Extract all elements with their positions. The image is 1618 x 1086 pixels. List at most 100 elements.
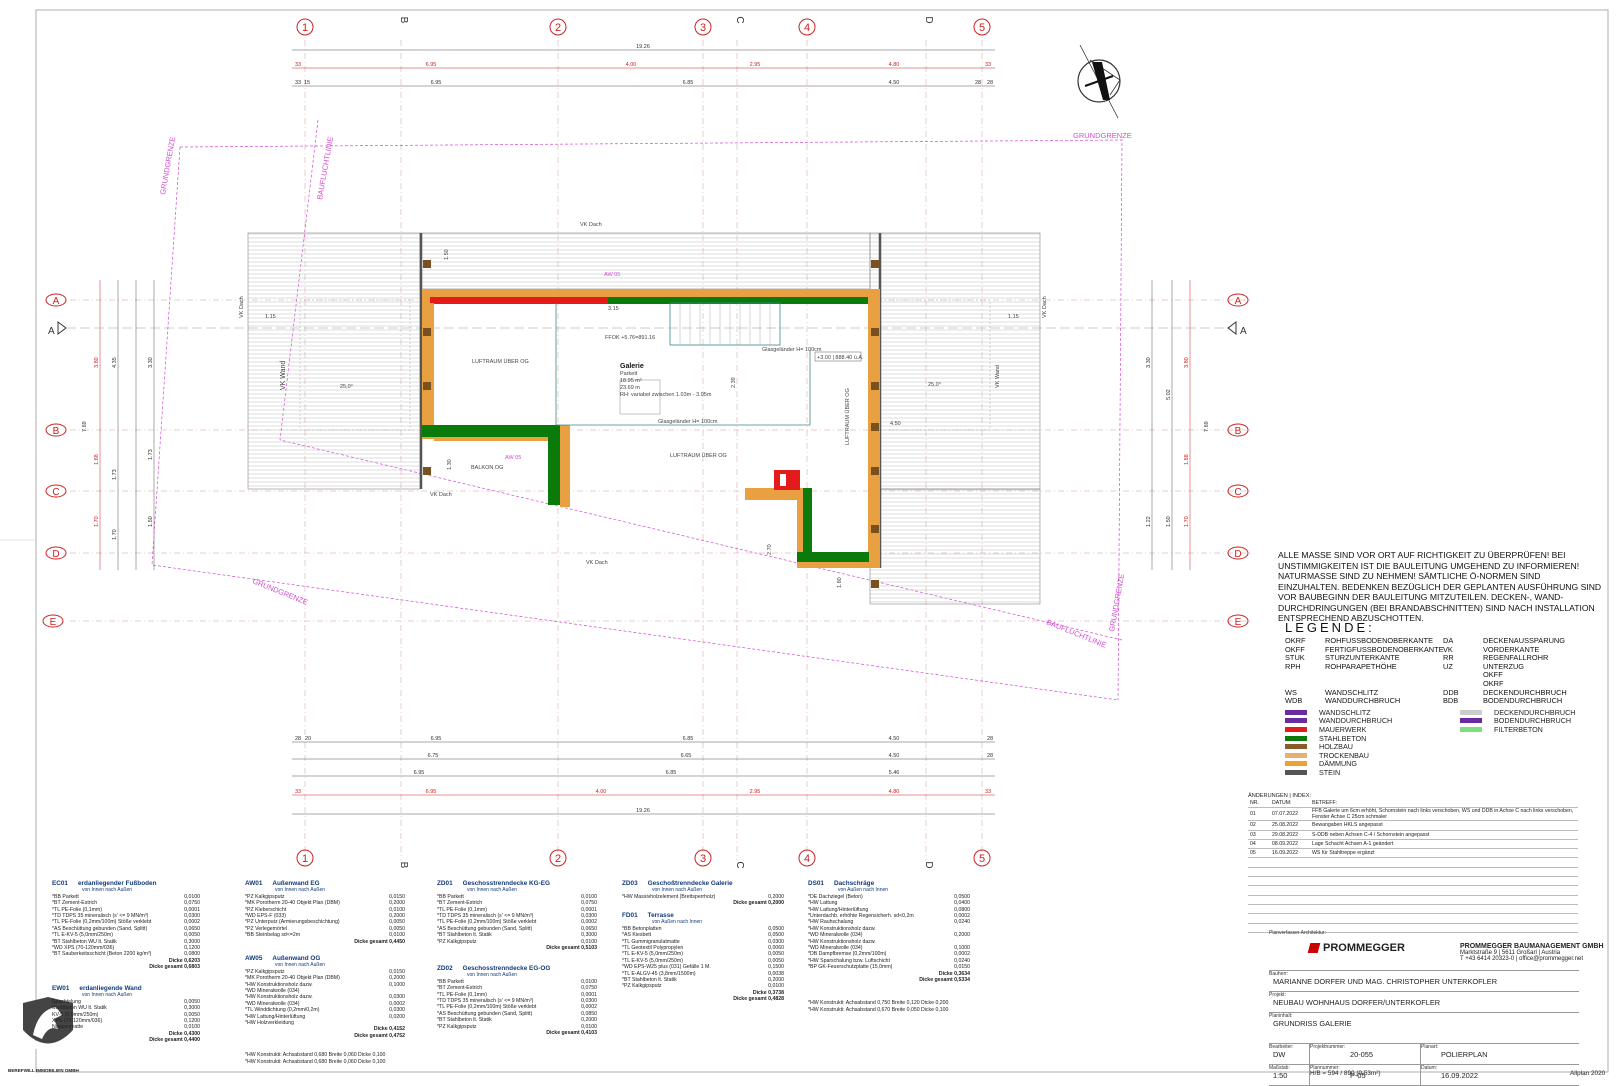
massstab-value: 1:50 bbox=[1273, 1071, 1288, 1080]
company-name: PROMMEGGER BAUMANAGEMENT GMBH bbox=[1460, 943, 1604, 950]
legend-swatch: HOLZBAU bbox=[1285, 742, 1392, 751]
svg-text:6.65: 6.65 bbox=[681, 753, 692, 759]
schedule-footnote: *HW Konstrukti: Achsabstand 0,680 Breite… bbox=[245, 1059, 386, 1065]
legend-swatch: WANDSCHLITZ bbox=[1285, 708, 1392, 717]
schedule-code: DS01 bbox=[808, 880, 824, 887]
schedule-zd02: ZD02 Geschosstrenndecke EG-OG von Innen na… bbox=[437, 965, 597, 1036]
svg-text:5.46: 5.46 bbox=[889, 770, 900, 776]
svg-text:1.73: 1.73 bbox=[112, 469, 118, 480]
legend-swatch: DECKENDURCHBRUCH bbox=[1460, 708, 1575, 717]
schedule-code: AW05 bbox=[245, 955, 263, 962]
table-cell: 03 bbox=[1248, 830, 1270, 840]
svg-text:A: A bbox=[48, 326, 55, 337]
swatch-color-icon bbox=[1285, 744, 1307, 750]
schedule-code: AW01 bbox=[245, 880, 263, 887]
svg-text:1: 1 bbox=[302, 853, 308, 865]
svg-text:1.50: 1.50 bbox=[444, 249, 450, 260]
legend: LEGENDE: OKRF ROHFUSSBODENOBERKANTE DA DECK… bbox=[1285, 620, 1605, 706]
svg-text:5: 5 bbox=[979, 853, 985, 865]
schedule-zd03: ZD03 Geschoßtrenndecke Galerie von Innen n… bbox=[622, 880, 784, 907]
schedule-ec01: EC01 erdanliegender Fußboden von Innen nac… bbox=[52, 880, 200, 971]
svg-text:6.85: 6.85 bbox=[683, 736, 694, 742]
svg-text:Galerie: Galerie bbox=[620, 363, 644, 370]
schedule-ds01: DS01 Dachschräge von Außen nach Innen *DE D… bbox=[808, 880, 970, 984]
axis-bottom-4: 4 bbox=[798, 849, 816, 867]
svg-text:6.85: 6.85 bbox=[666, 770, 677, 776]
svg-text:18.95 m²: 18.95 m² bbox=[620, 378, 642, 384]
legend-swatch: WANDDURCHBRUCH bbox=[1285, 716, 1392, 725]
svg-text:6.75: 6.75 bbox=[428, 753, 439, 759]
svg-text:GRUNDGRENZE: GRUNDGRENZE bbox=[158, 136, 177, 195]
svg-text:3.80: 3.80 bbox=[1184, 357, 1190, 368]
brand-name: BEREFWILL IMMOBILIEN GMBH bbox=[8, 1068, 79, 1073]
bauherr-value: MARIANNE DORFER UND MAG. CHRISTOPHER UNT… bbox=[1273, 977, 1498, 986]
schedule-footnote: *HW Konstrukti: Achsabstand 0,670 Breite… bbox=[808, 1007, 949, 1013]
svg-text:7.69: 7.69 bbox=[82, 421, 88, 432]
svg-text:GRUNDGRENZE: GRUNDGRENZE bbox=[1073, 131, 1132, 140]
svg-text:1.22: 1.22 bbox=[1146, 516, 1152, 527]
svg-text:C: C bbox=[734, 861, 745, 868]
swatch-color-icon bbox=[1460, 718, 1482, 724]
svg-text:B: B bbox=[1235, 426, 1242, 437]
legend-cell bbox=[1443, 671, 1483, 680]
schedule-code: ZD01 bbox=[437, 880, 453, 887]
swatch-color-icon bbox=[1460, 709, 1482, 715]
svg-text:28: 28 bbox=[975, 80, 981, 86]
svg-text:Glasgeländer H= 100cm: Glasgeländer H= 100cm bbox=[658, 419, 718, 425]
legend-cell: BODENDURCHBRUCH bbox=[1483, 696, 1563, 706]
svg-text:E: E bbox=[50, 617, 57, 628]
chimney-icon bbox=[774, 470, 800, 490]
svg-text:C: C bbox=[52, 487, 59, 498]
svg-text:4: 4 bbox=[804, 22, 810, 34]
svg-text:1.15: 1.15 bbox=[265, 314, 276, 320]
svg-text:33: 33 bbox=[985, 789, 991, 795]
projektnr-value: 20-055 bbox=[1350, 1050, 1374, 1059]
legend-swatch: DÄMMUNG bbox=[1285, 759, 1392, 768]
legend-swatch: TROCKENBAU bbox=[1285, 751, 1392, 760]
schedule-code: ZD03 bbox=[622, 880, 638, 887]
svg-text:AW 05: AW 05 bbox=[505, 455, 521, 461]
svg-text:C: C bbox=[1234, 487, 1241, 498]
axis-letters-vertical: B C D B C D bbox=[398, 16, 934, 868]
svg-text:VK Dach: VK Dach bbox=[580, 222, 602, 228]
schedule-total-overall: Dicke gesamt 0,6803 bbox=[149, 964, 200, 971]
svg-text:1.70: 1.70 bbox=[94, 516, 100, 527]
svg-text:20: 20 bbox=[305, 736, 311, 742]
svg-text:2.95: 2.95 bbox=[750, 789, 761, 795]
dimension-chains-top: 19.26 33 6.95 4.00 2.95 4.80 33 33 15 6.… bbox=[292, 44, 995, 87]
svg-text:7.69: 7.69 bbox=[1204, 421, 1210, 432]
svg-text:+3.00 | 888.40 ü.A.: +3.00 | 888.40 ü.A. bbox=[817, 355, 864, 361]
legend-cell bbox=[1285, 671, 1325, 680]
schedule-code: EW01 bbox=[52, 985, 70, 992]
svg-text:D: D bbox=[923, 16, 934, 23]
schedule-fd01: FD01 Terrasse von Außen nach Innen *BB Beto… bbox=[622, 912, 784, 1003]
svg-text:33: 33 bbox=[985, 62, 991, 68]
svg-text:D: D bbox=[52, 549, 59, 560]
table-cell: Bewangaben HKLS angepasst bbox=[1310, 820, 1578, 831]
svg-text:28: 28 bbox=[987, 736, 993, 742]
roof-area bbox=[247, 232, 1041, 605]
table-cell: 02 bbox=[1248, 820, 1270, 831]
changes-index: ÄNDERUNGEN | INDEX: NR. DATUM: BETREFF: … bbox=[1248, 793, 1578, 933]
svg-text:BALKON OG: BALKON OG bbox=[471, 465, 503, 471]
axis-label: 1 bbox=[302, 22, 308, 34]
swatch-color-icon bbox=[1460, 726, 1482, 732]
table-cell: WS für Stahltreppe ergänzt bbox=[1310, 848, 1578, 859]
company-contact: T +43 6414 20323-0 | office@prommegger.n… bbox=[1460, 956, 1584, 962]
svg-text:VK Dach: VK Dach bbox=[586, 560, 608, 566]
swatch-label: FILTERBETON bbox=[1494, 724, 1543, 734]
svg-text:4.35: 4.35 bbox=[112, 357, 118, 368]
table-cell: 01 bbox=[1248, 807, 1270, 822]
svg-text:1.73: 1.73 bbox=[148, 449, 154, 460]
svg-text:4.80: 4.80 bbox=[889, 62, 900, 68]
bearbeiter-value: DW bbox=[1273, 1050, 1286, 1059]
table-cell: 25.08.2022 bbox=[1270, 820, 1310, 831]
axis-bottom-2: 2 bbox=[549, 849, 567, 867]
schedule-code: EC01 bbox=[52, 880, 68, 887]
axis-bubbles-side: A B C D E A B C D E bbox=[42, 293, 1249, 628]
svg-text:28: 28 bbox=[987, 753, 993, 759]
schedule-total-overall: Dicke gesamt 0,4450 bbox=[354, 938, 405, 945]
svg-text:B: B bbox=[53, 426, 60, 437]
svg-text:2.39: 2.39 bbox=[731, 377, 737, 388]
table-row: 01 07.07.2022 FFB Galerie um 6cm erhöht, S… bbox=[1248, 807, 1578, 822]
